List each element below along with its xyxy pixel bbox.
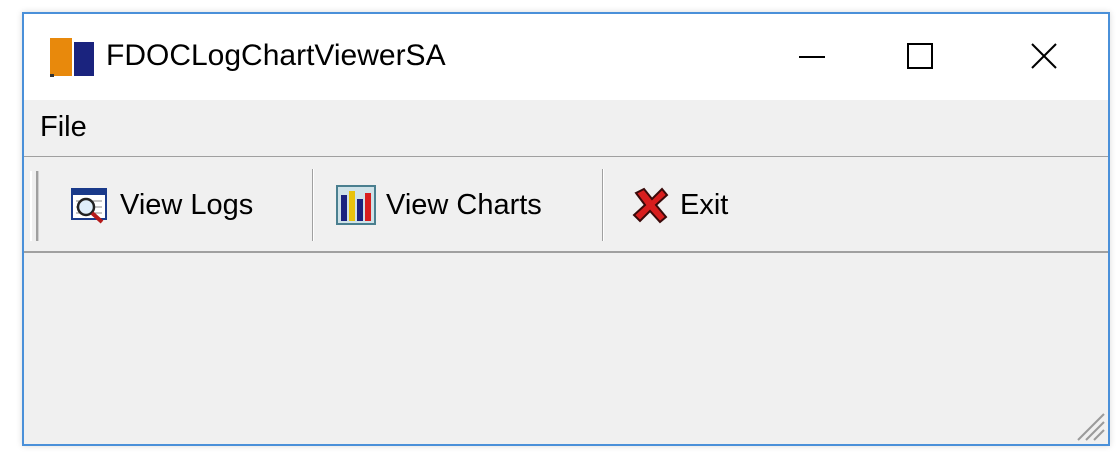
toolbar-grip-edge [38, 171, 42, 241]
exit-label: Exit [680, 188, 729, 221]
close-icon [1031, 43, 1057, 69]
resize-grip-icon[interactable] [1072, 408, 1106, 442]
close-button[interactable] [1002, 26, 1086, 86]
book-icon [50, 38, 94, 77]
magnifier-document-icon [71, 188, 107, 224]
app-window: FDOCLogChartViewerSA File View Logs View… [22, 12, 1110, 446]
title-bar[interactable]: FDOCLogChartViewerSA [24, 14, 1108, 100]
view-charts-label: View Charts [386, 188, 542, 221]
toolbar-separator [602, 169, 604, 241]
view-charts-button[interactable]: View Charts [336, 181, 542, 229]
toolbar-separator [312, 169, 314, 241]
red-x-icon [632, 187, 669, 224]
exit-button[interactable]: Exit [630, 181, 728, 229]
content-area [24, 253, 1108, 444]
view-logs-button[interactable]: View Logs [70, 181, 253, 229]
window-title: FDOCLogChartViewerSA [106, 39, 446, 72]
toolbar: View Logs View Charts Exit [24, 157, 1108, 253]
bar-chart-icon [336, 185, 376, 225]
maximize-icon [907, 43, 933, 69]
menu-file[interactable]: File [40, 110, 87, 144]
minimize-icon [799, 56, 825, 58]
minimize-button[interactable] [770, 26, 854, 86]
maximize-button[interactable] [878, 26, 962, 86]
view-logs-label: View Logs [120, 188, 254, 221]
toolbar-grip[interactable] [30, 171, 38, 241]
menu-bar: File [24, 100, 1108, 157]
